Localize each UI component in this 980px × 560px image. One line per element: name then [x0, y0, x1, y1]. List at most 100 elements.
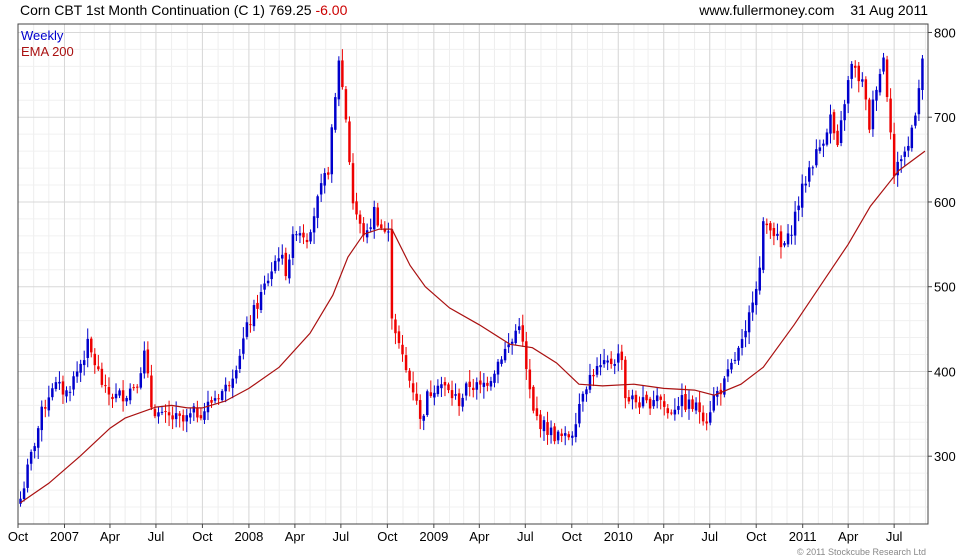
candle-body	[418, 400, 422, 419]
candle-body	[426, 391, 429, 416]
candle-body	[447, 384, 450, 391]
candle-body	[815, 149, 818, 166]
candle-body	[914, 115, 917, 126]
candle-body	[875, 89, 878, 101]
candle-body	[295, 234, 298, 236]
candle-body	[825, 132, 829, 145]
candle-body	[408, 370, 411, 381]
candle-body	[196, 407, 199, 418]
candle-body	[793, 211, 797, 236]
candle-body	[779, 231, 783, 248]
candle-body	[341, 60, 344, 88]
candle-body	[344, 89, 348, 120]
candle-body	[323, 173, 326, 186]
candle-body	[369, 227, 372, 229]
candle-body	[677, 406, 680, 410]
candle-body	[146, 349, 150, 374]
candle-body	[118, 390, 121, 396]
candle-body	[54, 382, 58, 390]
candle-body	[334, 97, 337, 130]
candle-body	[104, 385, 107, 387]
candle-body	[107, 387, 111, 395]
candle-body	[489, 381, 493, 387]
candle-body	[86, 338, 89, 358]
candle-body	[256, 302, 259, 309]
candle-body	[723, 378, 726, 395]
candle-body	[832, 112, 836, 134]
candle-body	[82, 360, 86, 366]
candle-body	[878, 73, 882, 93]
candle-body	[380, 224, 383, 229]
candle-body	[708, 412, 712, 423]
legend-ema: EMA 200	[21, 44, 74, 59]
candle-body	[461, 397, 464, 407]
candle-body	[510, 341, 514, 344]
candle-body	[624, 359, 627, 399]
candle-body	[641, 397, 645, 407]
candle-body	[372, 206, 376, 230]
candle-body	[772, 228, 776, 237]
candle-body	[687, 399, 691, 409]
candle-body	[663, 401, 666, 407]
candle-body	[609, 358, 613, 365]
candle-body	[61, 381, 65, 395]
candle-body	[263, 283, 266, 290]
candle-body	[765, 223, 769, 226]
candle-body	[68, 391, 72, 393]
candle-body	[245, 322, 249, 337]
candle-body	[769, 223, 772, 231]
x-tick-label: 2011	[789, 529, 817, 544]
candle-body	[503, 348, 507, 361]
candle-body	[203, 411, 206, 420]
candle-body	[868, 99, 871, 130]
candle-body	[429, 392, 433, 397]
candle-body	[829, 114, 832, 134]
candle-body	[811, 167, 815, 169]
candle-body	[744, 330, 747, 338]
candle-body	[542, 420, 546, 432]
y-tick-label: 600	[934, 195, 956, 210]
x-tick-label: Jul	[517, 529, 534, 544]
y-tick-label: 300	[934, 449, 956, 464]
candle-body	[199, 415, 203, 419]
candle-body	[305, 239, 309, 243]
candle-body	[730, 362, 733, 370]
candle-body	[337, 60, 341, 100]
candle-body	[800, 183, 804, 208]
candle-body	[602, 360, 606, 365]
candle-body	[242, 338, 245, 354]
candle-body	[539, 414, 542, 430]
candle-body	[178, 413, 181, 416]
x-tick-label: Apr	[285, 529, 306, 544]
candle-body	[892, 133, 896, 177]
candle-body	[217, 398, 220, 400]
candle-body	[167, 412, 171, 416]
candle-body	[351, 163, 355, 204]
candle-body	[270, 271, 273, 280]
candle-body	[19, 498, 22, 504]
candle-body	[553, 426, 556, 442]
candle-body	[588, 374, 592, 390]
x-tick-label: 2007	[50, 529, 79, 544]
candle-body	[758, 267, 761, 291]
candle-body	[125, 398, 128, 402]
candle-body	[634, 394, 638, 403]
candle-body	[174, 413, 178, 420]
candle-body	[818, 147, 822, 151]
candle-body	[670, 412, 673, 414]
candle-body	[861, 79, 864, 82]
x-tick-label: 2009	[419, 529, 448, 544]
candle-body	[740, 339, 744, 348]
candle-body	[404, 355, 408, 371]
x-tick-label: Apr	[100, 529, 121, 544]
candle-body	[252, 305, 256, 327]
candle-body	[121, 390, 125, 402]
candle-body	[613, 363, 616, 366]
candle-body	[210, 400, 213, 403]
candle-body	[684, 394, 687, 410]
plot-area	[18, 24, 928, 524]
candle-body	[850, 63, 853, 79]
y-tick-label: 800	[934, 25, 956, 40]
candle-body	[390, 229, 394, 319]
candle-body	[397, 331, 401, 344]
